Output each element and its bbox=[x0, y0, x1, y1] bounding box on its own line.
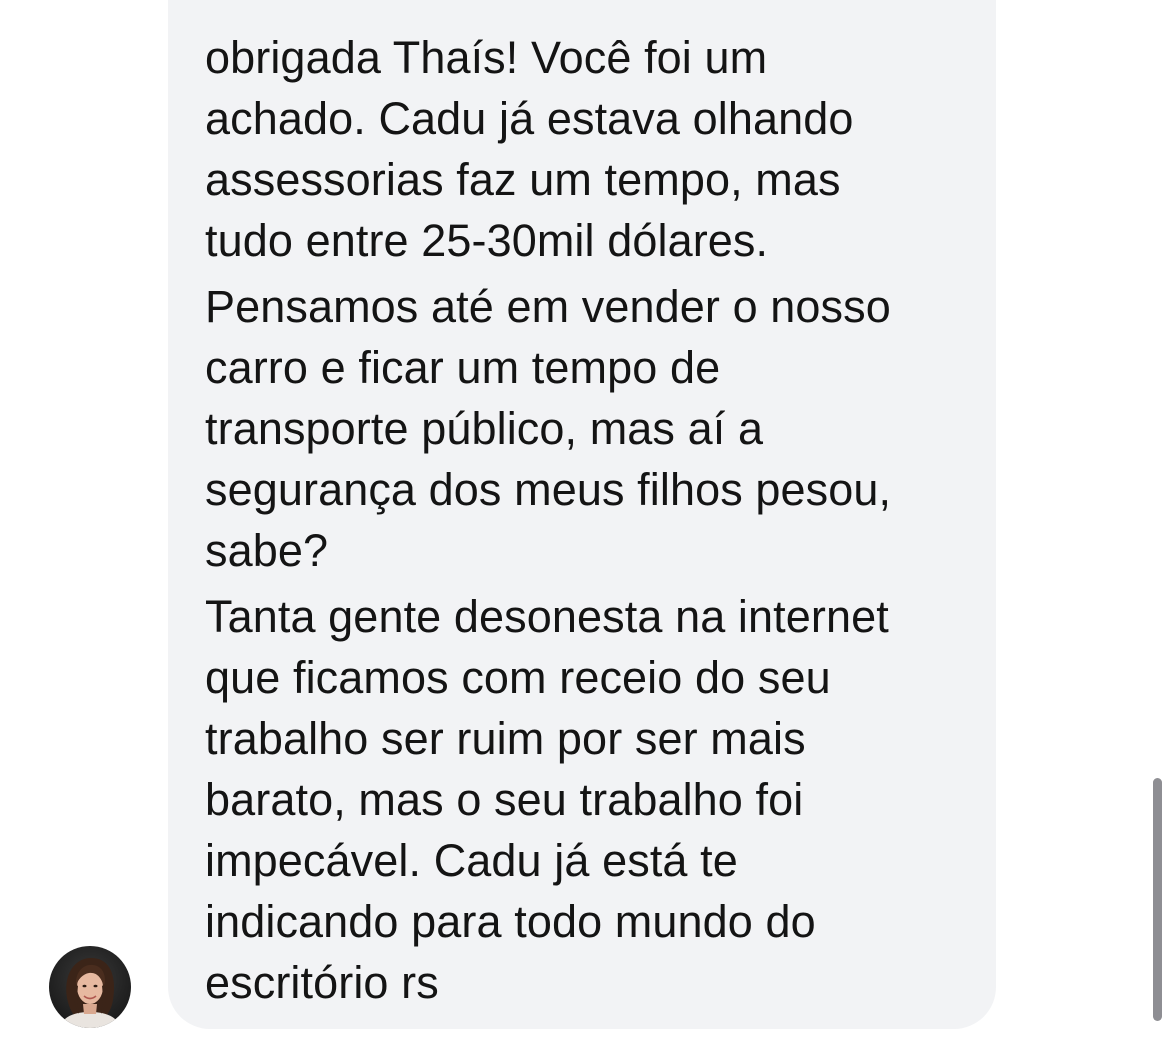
chat-screen: obrigada Thaís! Você foi um achado. Cadu… bbox=[0, 0, 1170, 1046]
message-line: impecável. Cadu já está te bbox=[205, 835, 738, 886]
scrollbar[interactable] bbox=[1153, 778, 1162, 1021]
person-photo-avatar-icon bbox=[49, 946, 131, 1028]
message-text: obrigada Thaís! Você foi um achado. Cadu… bbox=[205, 27, 965, 1018]
message-line: carro e ficar um tempo de bbox=[205, 342, 721, 393]
message-line: trabalho ser ruim por ser mais bbox=[205, 713, 806, 764]
message-line: segurança dos meus filhos pesou, bbox=[205, 464, 892, 515]
message-paragraph-2: Pensamos até em vender o nosso carro e f… bbox=[205, 276, 965, 581]
sender-avatar[interactable] bbox=[49, 946, 131, 1028]
message-line: achado. Cadu já estava olhando bbox=[205, 93, 854, 144]
message-line: que ficamos com receio do seu bbox=[205, 652, 831, 703]
message-line: obrigada Thaís! Você foi um bbox=[205, 32, 768, 83]
message-paragraph-1: obrigada Thaís! Você foi um achado. Cadu… bbox=[205, 27, 965, 271]
message-paragraph-3: Tanta gente desonesta na internet que fi… bbox=[205, 586, 965, 1013]
message-line: transporte público, mas aí a bbox=[205, 403, 764, 454]
message-line: sabe? bbox=[205, 525, 329, 576]
message-line: escritório rs bbox=[205, 957, 439, 1008]
message-line: Tanta gente desonesta na internet bbox=[205, 591, 889, 642]
message-line: Pensamos até em vender o nosso bbox=[205, 281, 891, 332]
message-line: indicando para todo mundo do bbox=[205, 896, 816, 947]
message-line: tudo entre 25-30mil dólares. bbox=[205, 215, 769, 266]
message-line: assessorias faz um tempo, mas bbox=[205, 154, 841, 205]
message-line: barato, mas o seu trabalho foi bbox=[205, 774, 804, 825]
